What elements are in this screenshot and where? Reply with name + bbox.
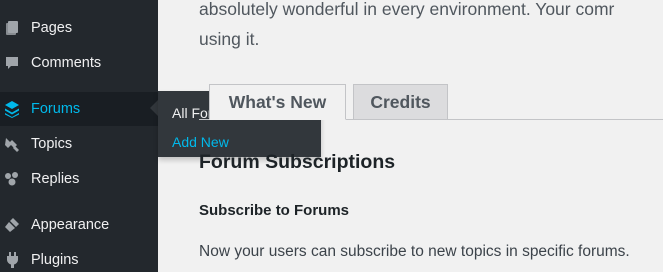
sidebar-item-label: Topics [31, 136, 73, 152]
sidebar-item-appearance[interactable]: Appearance [0, 208, 158, 242]
body-text: Now your users can subscribe to new topi… [199, 243, 630, 260]
intro-text: absolutely wonderful in every environmen… [199, 0, 663, 54]
sidebar-item-pages[interactable]: Pages [0, 11, 158, 45]
pages-icon [3, 19, 21, 37]
sidebar-item-label: Pages [31, 20, 73, 36]
section-title: Forum Subscriptions [199, 151, 396, 173]
plugins-icon [3, 251, 21, 269]
appearance-icon [3, 216, 21, 234]
sidebar-item-plugins[interactable]: Plugins [0, 243, 158, 272]
sidebar-item-forums[interactable]: Forums [0, 92, 158, 126]
intro-line: using it. [199, 29, 260, 49]
flyout-arrow [150, 100, 158, 116]
sidebar-item-topics[interactable]: Topics [0, 127, 158, 161]
tab-whats-new[interactable]: What's New [209, 84, 346, 120]
comments-icon [3, 54, 21, 72]
main-content: absolutely wonderful in every environmen… [158, 0, 663, 272]
sidebar-item-replies[interactable]: Replies [0, 162, 158, 196]
sidebar-item-label: Appearance [31, 217, 110, 233]
topics-icon [3, 135, 21, 153]
sidebar-item-comments[interactable]: Comments [0, 46, 158, 80]
replies-icon [3, 170, 21, 188]
sidebar-item-label: Plugins [31, 252, 79, 268]
admin-sidebar: Pages Comments Forums Topics Replies App… [0, 0, 158, 272]
subsection-title: Subscribe to Forums [199, 202, 350, 219]
sidebar-item-label: Forums [31, 101, 81, 117]
sidebar-item-label: Comments [31, 55, 102, 71]
tab-credits[interactable]: Credits [353, 84, 448, 120]
sidebar-item-label: Replies [31, 171, 80, 187]
intro-line: absolutely wonderful in every environmen… [199, 0, 615, 19]
forums-icon [3, 100, 21, 118]
